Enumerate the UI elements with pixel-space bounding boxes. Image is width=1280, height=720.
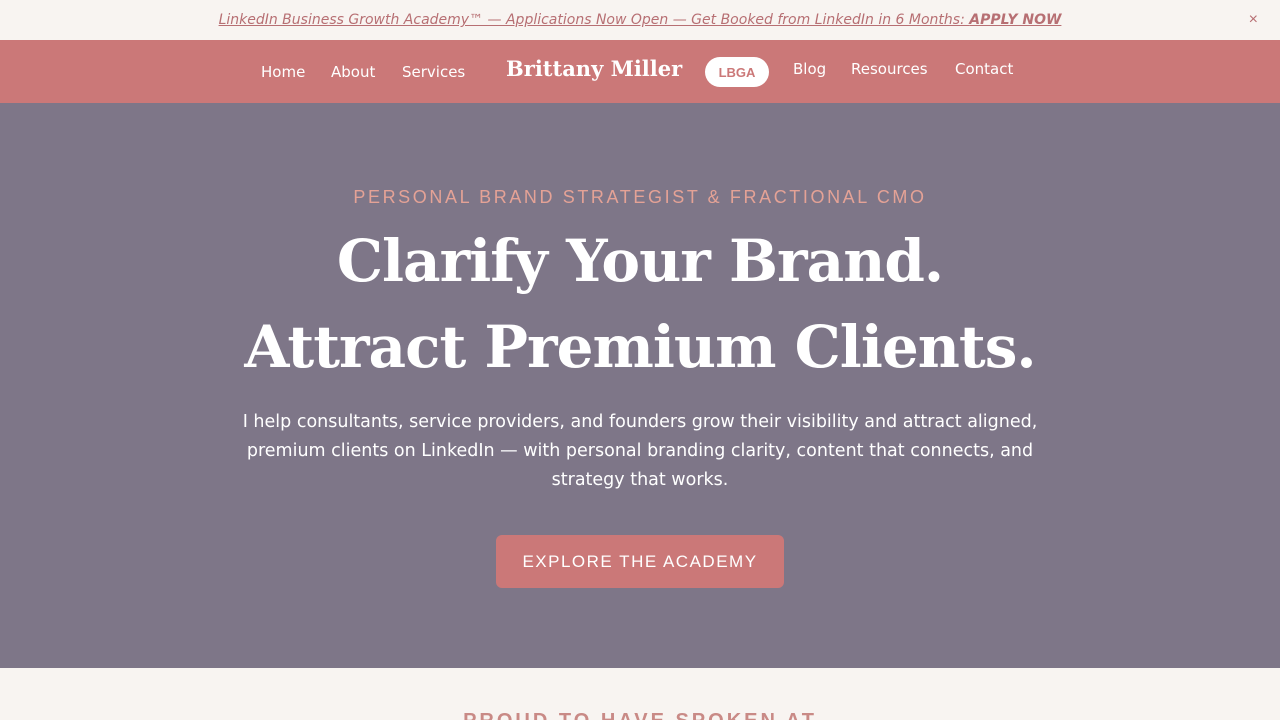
- nav-item-services[interactable]: Services: [402, 63, 465, 81]
- brand-logo[interactable]: Brittany Miller: [506, 56, 682, 81]
- close-icon[interactable]: ×: [1249, 11, 1258, 29]
- nav-item-blog[interactable]: Blog: [793, 60, 826, 78]
- nav-item-contact[interactable]: Contact: [955, 60, 1013, 78]
- speaking-section: PROUD TO HAVE SPOKEN AT: [0, 668, 1280, 720]
- explore-academy-button[interactable]: EXPLORE THE ACADEMY: [496, 535, 784, 588]
- hero-headline-line-1: Clarify Your Brand.: [336, 227, 944, 295]
- nav-item-resources[interactable]: Resources: [851, 60, 928, 78]
- speaking-section-heading: PROUD TO HAVE SPOKEN AT: [0, 710, 1280, 720]
- announcement-text: LinkedIn Business Growth Academy™ — Appl…: [218, 12, 970, 28]
- apply-now-link[interactable]: APPLY NOW: [969, 12, 1061, 28]
- hero-description: I help consultants, service providers, a…: [242, 412, 1038, 490]
- hero-headline-line-2: Attract Premium Clients.: [244, 313, 1036, 381]
- main-navigation: Home About Services Brittany Miller LBGA…: [0, 40, 1280, 103]
- hero-section: PERSONAL BRAND STRATEGIST & FRACTIONAL C…: [0, 103, 1280, 668]
- announcement-bar: LinkedIn Business Growth Academy™ — Appl…: [0, 0, 1280, 40]
- nav-item-lbga-button[interactable]: LBGA: [705, 57, 769, 87]
- nav-item-about[interactable]: About: [331, 63, 375, 81]
- announcement-link[interactable]: LinkedIn Business Growth Academy™ — Appl…: [219, 12, 1062, 28]
- hero-eyebrow: PERSONAL BRAND STRATEGIST & FRACTIONAL C…: [353, 187, 927, 207]
- nav-item-home[interactable]: Home: [261, 63, 305, 81]
